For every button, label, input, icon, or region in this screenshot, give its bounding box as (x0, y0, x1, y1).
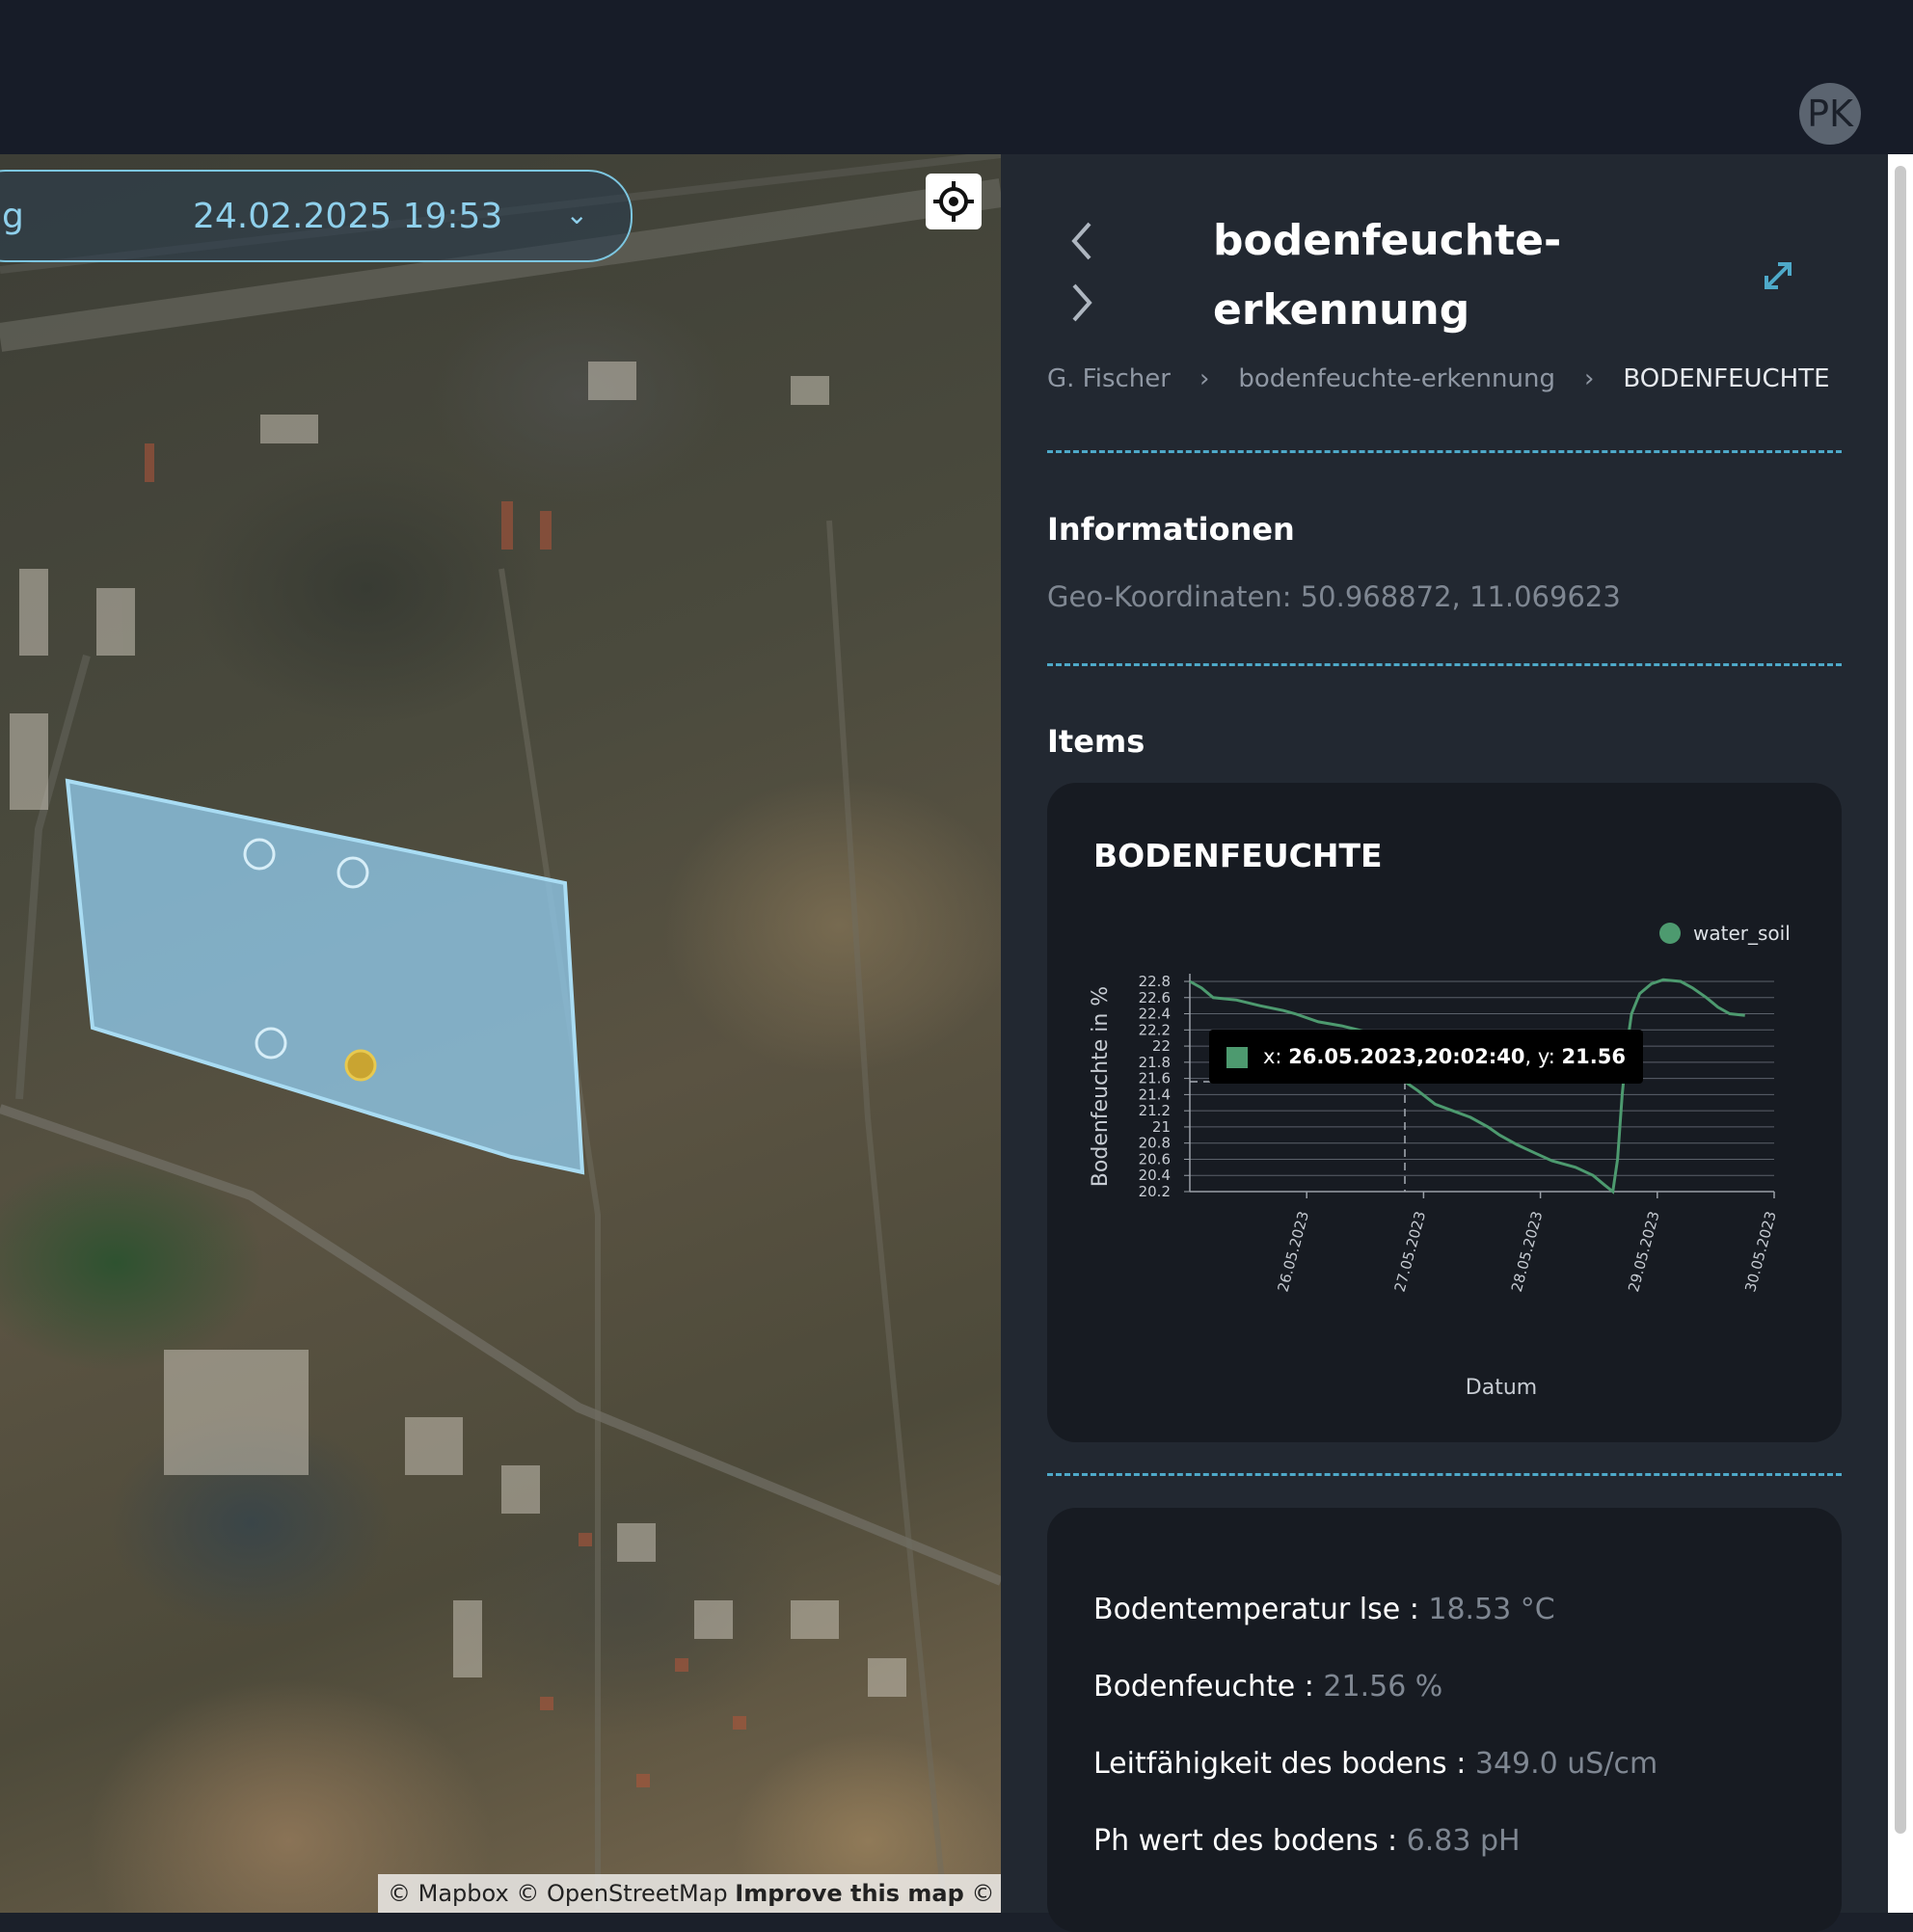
metric-soil-moisture: Bodenfeuchte : 21.56 % (1093, 1670, 1442, 1704)
geo-coordinates: Geo-Koordinaten: 50.968872, 11.069623 (1047, 580, 1621, 613)
metric-soil-temperature: Bodentemperatur lse : 18.53 °C (1093, 1593, 1555, 1626)
tooltip-x-value: 26.05.2023,20:02:40 (1288, 1045, 1525, 1068)
section-divider (1047, 450, 1842, 453)
x-tick-label: 27.05.2023 (1391, 1209, 1430, 1294)
scrollbar-thumb[interactable] (1895, 166, 1906, 1834)
tooltip-swatch (1226, 1047, 1248, 1068)
metric-conductivity: Leitfähigkeit des bodens : 349.0 uS/cm (1093, 1747, 1657, 1781)
date-picker-prefix: g (2, 197, 24, 236)
prev-arrow-icon[interactable] (1068, 220, 1095, 262)
items-heading: Items (1047, 723, 1145, 760)
legend-label: water_soil (1693, 922, 1791, 945)
y-tick-label: 21.8 (1139, 1054, 1171, 1071)
sensor-marker-active (344, 1049, 377, 1082)
attribution-maxar[interactable]: © Maxar (971, 1880, 1001, 1907)
y-tick-label: 21.4 (1139, 1086, 1171, 1103)
x-tick-label: 28.05.2023 (1508, 1209, 1547, 1294)
tooltip-x-label: x: (1263, 1045, 1289, 1068)
attribution-mapbox[interactable]: © Mapbox (388, 1880, 509, 1907)
metrics-card: Bodentemperatur lse : 18.53 °C Bodenfeuc… (1047, 1508, 1842, 1932)
y-tick-label: 20.2 (1139, 1183, 1171, 1200)
map-features (0, 154, 1001, 1913)
metric-ph: Ph wert des bodens : 6.83 pH (1093, 1824, 1521, 1858)
metric-value: 21.56 % (1323, 1670, 1443, 1704)
metric-value: 6.83 pH (1406, 1824, 1521, 1858)
y-tick-label: 22.8 (1139, 973, 1171, 990)
date-picker[interactable]: g 24.02.2025 19:53 ⌄ (0, 170, 633, 262)
section-divider (1047, 663, 1842, 666)
satellite-map[interactable]: g 24.02.2025 19:53 ⌄ © Mapbox © OpenStre… (0, 154, 1001, 1913)
chart-tooltip: x: 26.05.2023,20:02:40, y: 21.56 (1209, 1030, 1643, 1084)
metric-label: Leitfähigkeit des bodens : (1093, 1747, 1475, 1781)
metric-label: Ph wert des bodens : (1093, 1824, 1407, 1858)
x-tick-label: 29.05.2023 (1625, 1209, 1663, 1294)
chevron-down-icon[interactable]: ⌄ (566, 199, 588, 230)
breadcrumb-separator: › (1583, 364, 1595, 393)
y-tick-label: 20.6 (1139, 1150, 1171, 1167)
chart-card: BODENFEUCHTE 22.8 22.6 22.4 22.2 22 21.8 21.6 2… (1047, 783, 1842, 1442)
y-tick-label: 22.6 (1139, 989, 1171, 1006)
date-picker-value: 24.02.2025 19:53 (193, 197, 503, 236)
y-tick-label: 21.6 (1139, 1070, 1171, 1087)
crosshair-icon (933, 181, 974, 222)
locate-button[interactable] (926, 174, 982, 229)
x-tick-label: 26.05.2023 (1274, 1209, 1312, 1294)
y-axis-title: Bodenfeuchte in % (1089, 986, 1113, 1187)
y-tick-label: 21.2 (1139, 1102, 1171, 1119)
breadcrumb: G. Fischer › bodenfeuchte-erkennung › BODENF… (1047, 364, 1830, 393)
y-tick-label: 22 (1152, 1037, 1171, 1055)
next-arrow-icon[interactable] (1068, 282, 1095, 324)
breadcrumb-item-project[interactable]: bodenfeuchte-erkennung (1238, 364, 1555, 393)
breadcrumb-item-current: BODENFEUCHTE (1623, 364, 1830, 393)
tooltip-y-label: , y: (1524, 1045, 1562, 1068)
info-heading: Informationen (1047, 511, 1295, 548)
x-tick-label: 30.05.2023 (1741, 1209, 1780, 1294)
section-divider (1047, 1473, 1842, 1476)
panel-scrollbar[interactable] (1888, 154, 1913, 1913)
panel-title: bodenfeuchte-erkennung (1213, 216, 1562, 335)
metric-label: Bodentemperatur lse : (1093, 1593, 1429, 1626)
breadcrumb-separator: › (1199, 364, 1210, 393)
y-tick-label: 20.4 (1139, 1167, 1171, 1184)
tooltip-y-value: 21.56 (1561, 1045, 1626, 1068)
metric-value: 18.53 °C (1428, 1593, 1555, 1626)
y-tick-label: 20.8 (1139, 1135, 1171, 1152)
breadcrumb-item-owner[interactable]: G. Fischer (1047, 364, 1171, 393)
user-avatar[interactable]: PK (1799, 83, 1861, 145)
y-tick-label: 21 (1152, 1118, 1171, 1136)
map-attribution: © Mapbox © OpenStreetMap Improve this ma… (378, 1874, 1001, 1913)
attribution-osm[interactable]: © OpenStreetMap (516, 1880, 727, 1907)
metric-value: 349.0 uS/cm (1474, 1747, 1658, 1781)
metric-label: Bodenfeuchte : (1093, 1670, 1324, 1704)
top-bar: PK (0, 0, 1913, 154)
y-tick-label: 22.2 (1139, 1021, 1171, 1038)
x-axis-title: Datum (1466, 1376, 1537, 1400)
improve-map-link[interactable]: Improve this map (735, 1880, 964, 1907)
y-tick-label: 22.4 (1139, 1006, 1171, 1023)
soil-moisture-chart[interactable]: 22.822.622.422.22221.821.621.421.22120.8… (1047, 783, 1842, 1442)
expand-icon[interactable] (1761, 258, 1795, 293)
series-line-water-soil (1189, 978, 1745, 1194)
legend-swatch (1659, 923, 1681, 944)
